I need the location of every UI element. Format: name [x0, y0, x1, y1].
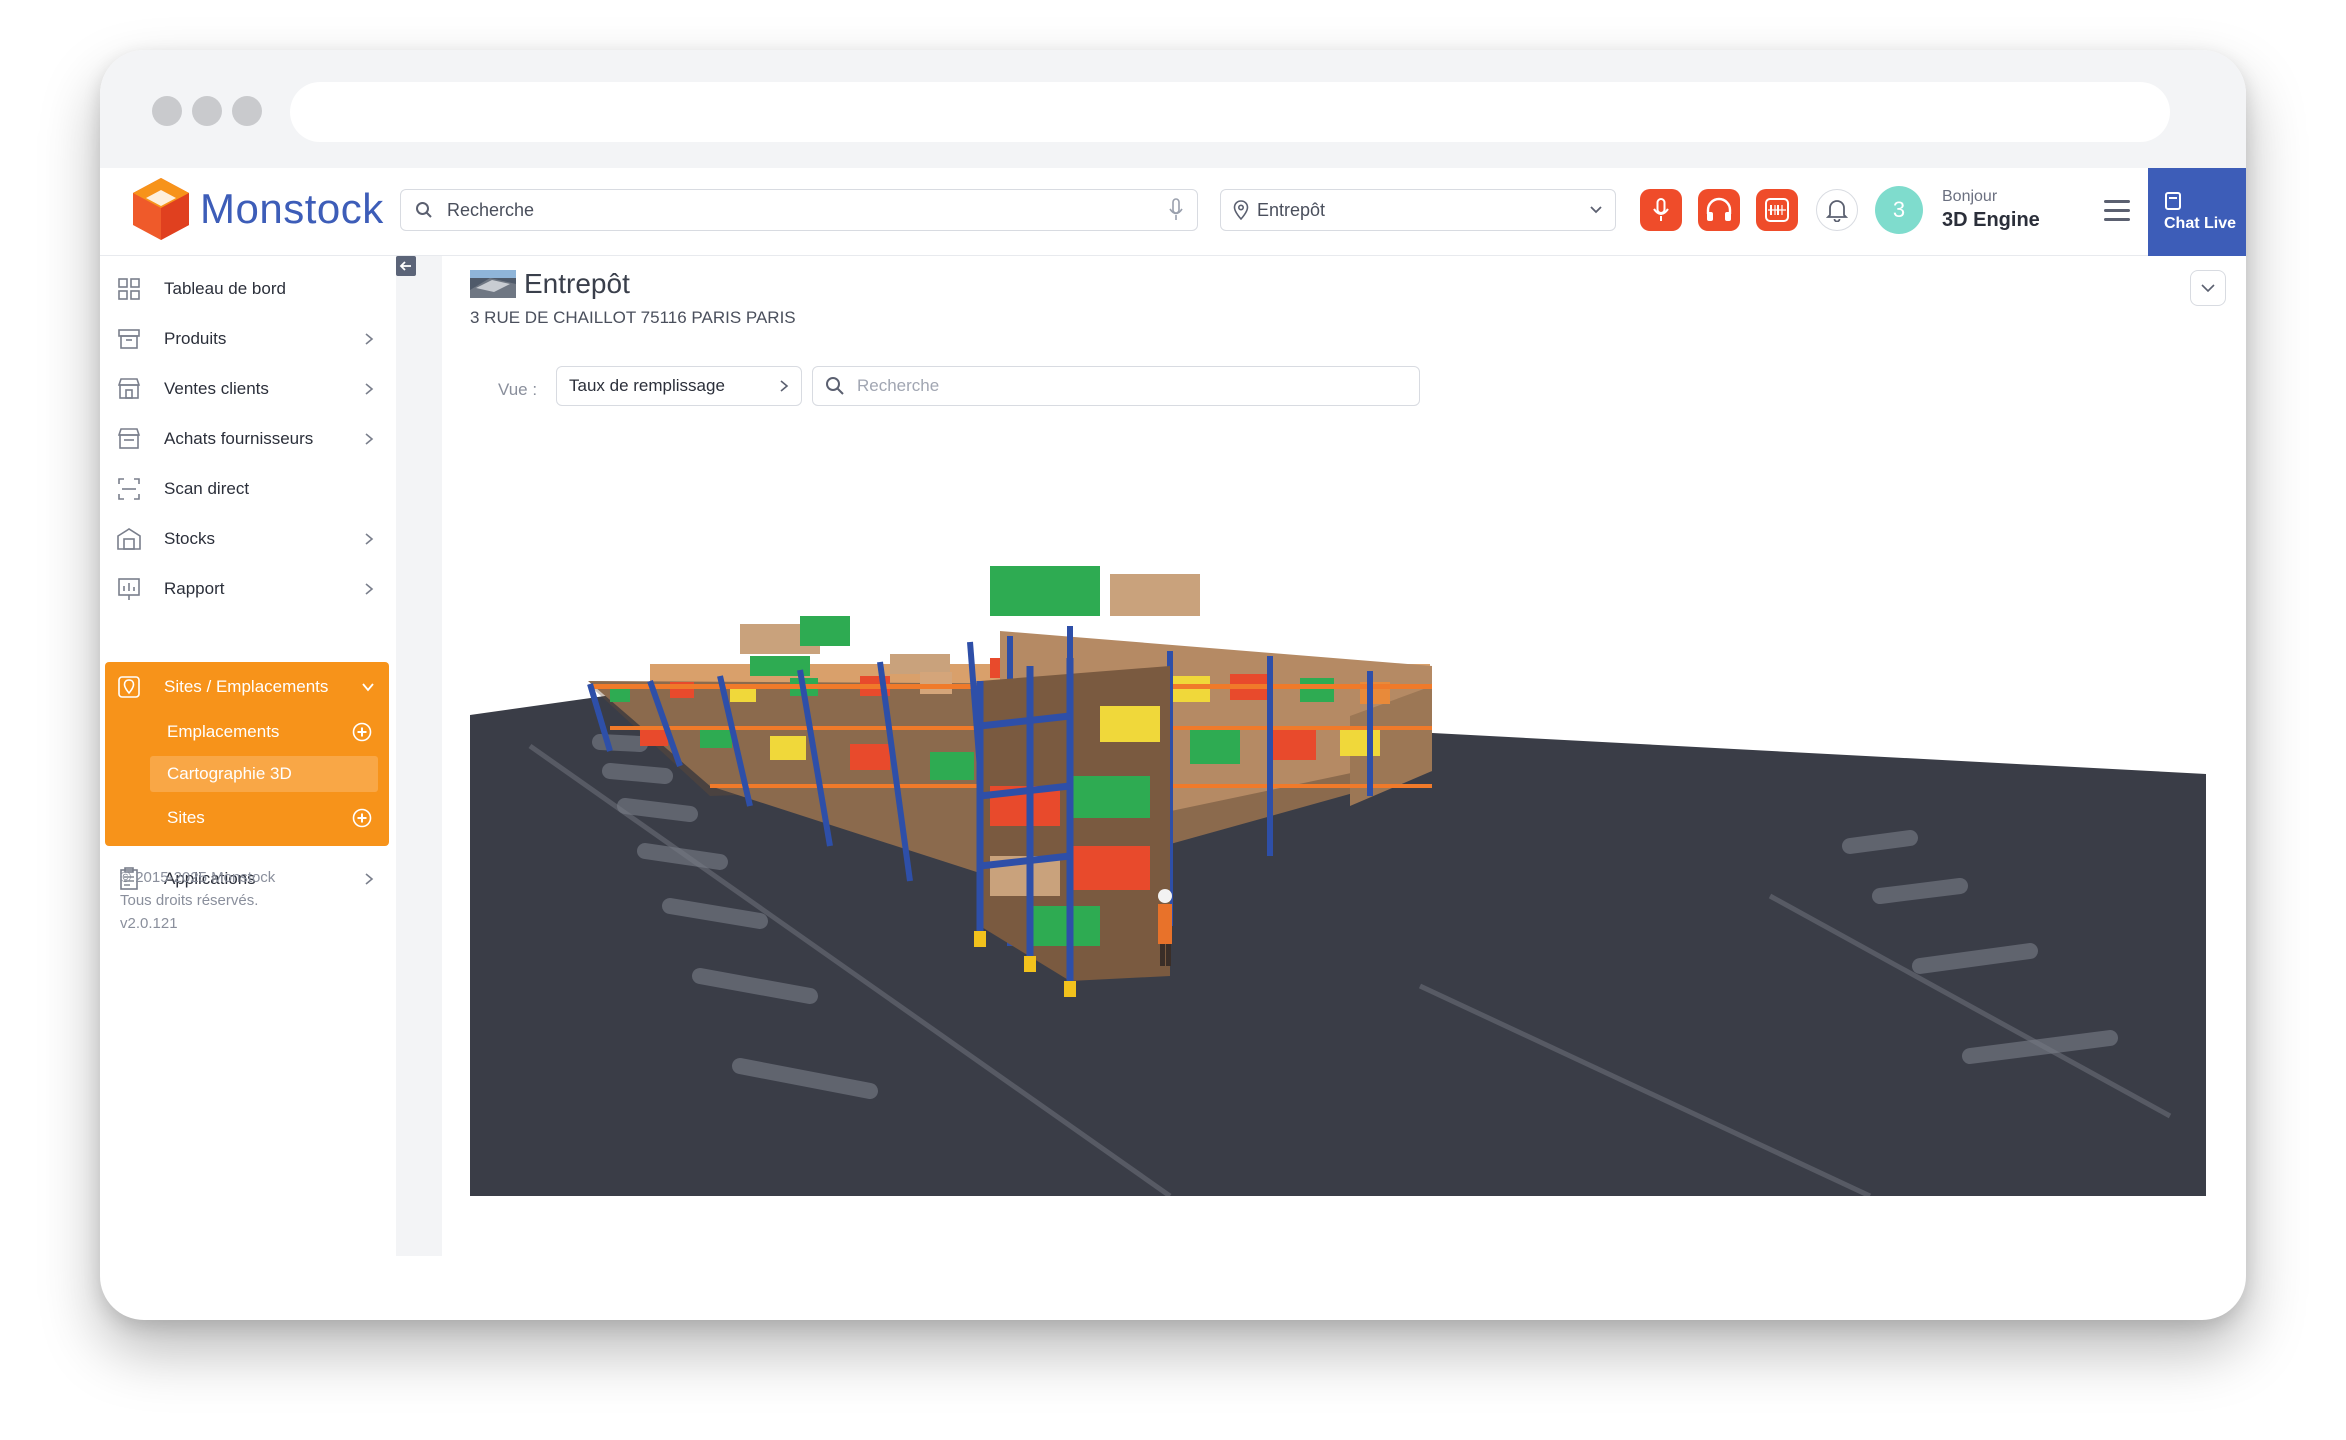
logo[interactable]: Monstock [130, 176, 384, 242]
version-text: v2.0.121 [120, 915, 178, 932]
window-minimize-dot[interactable] [192, 96, 222, 126]
dashboard-icon [118, 278, 140, 300]
address-bar[interactable] [290, 82, 2170, 142]
notifications-button[interactable] [1816, 189, 1858, 231]
sidebar-item-stocks[interactable]: Stocks [100, 514, 396, 564]
box-icon [118, 329, 140, 349]
voice-button[interactable] [1640, 189, 1682, 231]
chat-live-label: Chat Live [2164, 215, 2237, 232]
window-close-dot[interactable] [152, 96, 182, 126]
warehouse-select-value: Entrepôt [1257, 199, 1326, 220]
sidebar-item-label: Tableau de bord [164, 279, 286, 298]
sidebar-item-report[interactable]: Rapport [100, 564, 396, 614]
location-pin-icon [1233, 200, 1249, 220]
window-maximize-dot[interactable] [232, 96, 262, 126]
sidebar-item-scan[interactable]: Scan direct [100, 464, 396, 514]
global-search-input[interactable]: Recherche [400, 189, 1198, 231]
avatar[interactable]: 3 [1875, 186, 1923, 234]
barcode-scan-icon [1765, 198, 1789, 222]
sidebar-subitem-label: Sites [167, 808, 205, 827]
sidebar-item-label: Scan direct [164, 479, 250, 498]
sidebar-subitem-cartographie-3d[interactable]: Cartographie 3D [105, 756, 389, 792]
warehouse-icon [117, 528, 141, 550]
microphone-icon[interactable] [1169, 198, 1183, 222]
copyright: © 2015-2025 Monstock Tous droits réservé… [120, 866, 275, 935]
browser-chrome [100, 50, 2246, 168]
chat-icon [2165, 192, 2181, 210]
logo-cube-icon [133, 178, 189, 240]
arrow-left-icon [399, 261, 411, 271]
scene-search-input[interactable]: Recherche [812, 366, 1420, 406]
sidebar-section-sites: Sites / Emplacements Emplacements Cartog… [105, 662, 389, 846]
page-header: Entrepôt [470, 268, 630, 300]
warehouse-select[interactable]: Entrepôt [1220, 189, 1616, 231]
user-greeting[interactable]: Bonjour 3D Engine [1942, 188, 2040, 232]
sidebar-item-label: Ventes clients [164, 379, 269, 398]
chevron-right-icon [365, 583, 374, 595]
chevron-down-icon [362, 683, 374, 692]
logo-text: Monstock [200, 185, 384, 232]
search-placeholder: Recherche [447, 199, 535, 220]
sidebar-subitem-label: Emplacements [167, 722, 280, 741]
page-title: Entrepôt [524, 268, 630, 299]
sidebar-item-sales[interactable]: Ventes clients [100, 364, 396, 414]
sidebar-item-purchases[interactable]: Achats fournisseurs [100, 414, 396, 464]
chevron-right-icon [365, 873, 374, 885]
sidebar-subitem-emplacements[interactable]: Emplacements [105, 712, 389, 752]
sidebar-item-label: Achats fournisseurs [164, 429, 314, 448]
sidebar-item-sites-emplacements[interactable]: Sites / Emplacements [105, 662, 389, 712]
search-icon [826, 377, 844, 395]
sidebar-item-products[interactable]: Produits [100, 314, 396, 364]
collapse-sidebar-button[interactable] [396, 256, 416, 276]
sidebar-section-label: Sites / Emplacements [164, 677, 329, 696]
warehouse-worker [1158, 889, 1172, 966]
sidebar-subitem-sites[interactable]: Sites [105, 798, 389, 838]
scan-button[interactable] [1756, 189, 1798, 231]
view-label: Vue : [498, 380, 538, 399]
view-mode-select[interactable]: Taux de remplissage [556, 366, 802, 406]
view-mode-value: Taux de remplissage [569, 376, 725, 395]
copyright-line: © 2015-2025 Monstock [120, 869, 276, 886]
hamburger-menu-icon[interactable] [2104, 200, 2130, 222]
add-circle-icon[interactable] [352, 722, 372, 742]
sidebar-gutter [396, 256, 442, 1256]
search-icon [416, 202, 432, 218]
sidebar-item-label: Rapport [164, 579, 225, 598]
site-address: 3 RUE DE CHAILLOT 75116 PARIS PARIS [470, 308, 796, 327]
sidebar-item-label: Stocks [164, 529, 216, 548]
user-name: 3D Engine [1942, 209, 2040, 231]
chevron-right-icon [365, 383, 374, 395]
sidebar-item-dashboard[interactable]: Tableau de bord [100, 264, 396, 314]
store-icon [117, 378, 141, 399]
chevron-right-icon [365, 333, 374, 345]
expand-panel-button[interactable] [2190, 270, 2226, 306]
report-icon [118, 578, 140, 600]
chat-live-button[interactable]: Chat Live [2148, 168, 2246, 256]
add-circle-icon[interactable] [352, 808, 372, 828]
warehouse-thumbnail-icon [470, 270, 516, 298]
headphones-icon [1706, 197, 1732, 221]
sidebar-subitem-label: Cartographie 3D [167, 764, 292, 783]
chevron-down-icon [1590, 206, 1602, 214]
sidebar: Tableau de bord Produits Ventes clients [100, 256, 396, 1256]
bell-icon [1826, 200, 1848, 222]
scene-search-placeholder: Recherche [857, 376, 940, 395]
copyright-line: Tous droits réservés. [120, 892, 259, 909]
store-icon [117, 428, 141, 449]
support-button[interactable] [1698, 189, 1740, 231]
main-content: Entrepôt 3 RUE DE CHAILLOT 75116 PARIS P… [442, 256, 2246, 1256]
chevron-down-icon [2201, 284, 2215, 293]
browser-window: Monstock Recherche Entrepôt 3 Bonjour 3D… [100, 50, 2246, 1320]
scan-icon [118, 478, 140, 500]
greeting-text: Bonjour [1942, 188, 1998, 205]
app-header: Monstock Recherche Entrepôt 3 Bonjour 3D… [100, 168, 2246, 256]
location-icon [118, 676, 140, 698]
microphone-icon [1653, 198, 1669, 221]
warehouse-3d-viewport[interactable] [470, 426, 2206, 1196]
chevron-right-icon [365, 533, 374, 545]
sidebar-item-label: Produits [164, 329, 227, 348]
chevron-right-icon [365, 433, 374, 445]
chevron-right-icon [780, 380, 789, 392]
